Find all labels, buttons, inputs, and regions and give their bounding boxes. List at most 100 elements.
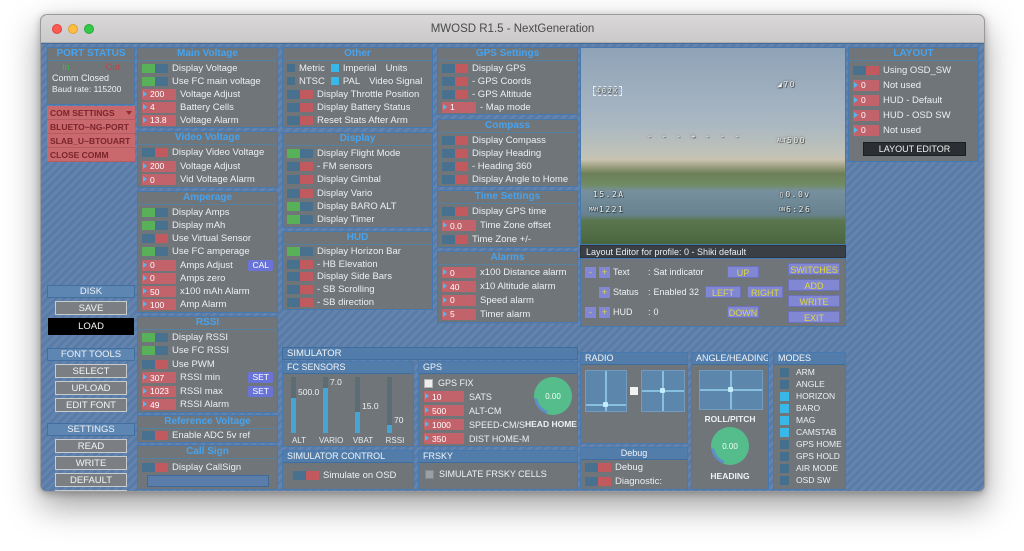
toggle-switch[interactable] bbox=[287, 189, 313, 198]
upload-button[interactable]: UPLOAD bbox=[55, 381, 127, 395]
restart-button[interactable]: RESTART bbox=[55, 490, 127, 492]
toggle-switch[interactable] bbox=[142, 247, 168, 256]
head-home-knob[interactable]: 0.00 bbox=[534, 377, 572, 415]
sensor-slider-alt[interactable]: 500.0ALT bbox=[287, 374, 311, 446]
numeric-field[interactable]: 200 bbox=[142, 161, 176, 172]
set-button[interactable]: SET bbox=[248, 372, 273, 383]
numeric-field[interactable]: 40 bbox=[442, 281, 476, 292]
mode-checkbox[interactable] bbox=[780, 464, 789, 473]
mode-checkbox[interactable] bbox=[780, 428, 789, 437]
mode-checkbox[interactable] bbox=[780, 452, 789, 461]
set-button[interactable]: SET bbox=[248, 386, 273, 397]
toggle-switch[interactable] bbox=[142, 77, 168, 86]
toggle-switch[interactable] bbox=[287, 103, 313, 112]
simulate-on-osd-toggle[interactable] bbox=[293, 471, 319, 480]
numeric-field[interactable]: 50 bbox=[142, 286, 176, 297]
numeric-field[interactable]: 500 bbox=[424, 405, 464, 416]
heading-knob[interactable]: 0.00 bbox=[711, 427, 749, 465]
toggle-switch[interactable] bbox=[142, 64, 168, 73]
write-button[interactable]: WRITE bbox=[55, 456, 127, 470]
numeric-field[interactable]: 0.0 bbox=[442, 220, 476, 231]
numeric-field[interactable]: 1000 bbox=[424, 419, 464, 430]
radio-checkbox[interactable] bbox=[287, 77, 295, 85]
toggle-switch[interactable] bbox=[853, 66, 879, 75]
load-button[interactable]: LOAD bbox=[48, 318, 134, 335]
move-right-button[interactable]: RIGHT bbox=[747, 286, 783, 298]
toggle-switch[interactable] bbox=[142, 431, 168, 440]
numeric-field[interactable]: 0 bbox=[853, 95, 879, 106]
com-port-option[interactable]: SLAB_U~BTOUART bbox=[47, 134, 135, 148]
roll-pitch-stick[interactable] bbox=[641, 370, 685, 412]
numeric-field[interactable]: 0 bbox=[142, 273, 176, 284]
toggle-switch[interactable] bbox=[287, 175, 313, 184]
numeric-field[interactable]: 0 bbox=[853, 110, 879, 121]
gps-fix-checkbox[interactable] bbox=[424, 379, 433, 388]
save-button[interactable]: SAVE bbox=[55, 301, 127, 315]
numeric-field[interactable]: 13.8 bbox=[142, 115, 176, 126]
mode-checkbox[interactable] bbox=[780, 476, 789, 485]
mode-checkbox[interactable] bbox=[780, 368, 789, 377]
move-down-button[interactable]: DOWN bbox=[727, 306, 759, 318]
numeric-field[interactable]: 0 bbox=[853, 80, 879, 91]
toggle-switch[interactable] bbox=[442, 77, 468, 86]
toggle-switch[interactable] bbox=[142, 221, 168, 230]
default-button[interactable]: DEFAULT bbox=[55, 473, 127, 487]
close-comm-button[interactable]: CLOSE COMM bbox=[47, 148, 135, 162]
edit-font-button[interactable]: EDIT FONT bbox=[55, 398, 127, 412]
move-up-button[interactable]: UP bbox=[727, 266, 759, 278]
toggle-switch[interactable] bbox=[442, 90, 468, 99]
read-button[interactable]: READ bbox=[55, 439, 127, 453]
mode-checkbox[interactable] bbox=[780, 380, 789, 389]
toggle-switch[interactable] bbox=[442, 149, 468, 158]
angle-stick[interactable] bbox=[699, 370, 763, 410]
numeric-field[interactable]: 200 bbox=[142, 89, 176, 100]
layout-editor-button[interactable]: LAYOUT EDITOR bbox=[863, 142, 966, 156]
numeric-field[interactable]: 350 bbox=[424, 433, 464, 444]
toggle-switch[interactable] bbox=[142, 463, 168, 472]
mode-checkbox[interactable] bbox=[780, 392, 789, 401]
toggle-switch[interactable] bbox=[287, 298, 313, 307]
radio-checkbox[interactable] bbox=[287, 64, 295, 72]
toggle-switch[interactable] bbox=[442, 175, 468, 184]
decrement-button[interactable]: - bbox=[585, 307, 596, 318]
toggle-switch[interactable] bbox=[142, 234, 168, 243]
toggle-switch[interactable] bbox=[142, 148, 168, 157]
zoom-window-button[interactable] bbox=[84, 24, 94, 34]
com-port-option[interactable]: BLUETO~NG-PORT bbox=[47, 120, 135, 134]
toggle-switch[interactable] bbox=[287, 116, 313, 125]
numeric-field[interactable]: 49 bbox=[142, 399, 176, 410]
numeric-field[interactable]: 0 bbox=[853, 125, 879, 136]
mode-checkbox[interactable] bbox=[780, 404, 789, 413]
sensor-slider-vbat[interactable]: 15.0VBAT bbox=[351, 374, 375, 446]
com-settings-dropdown[interactable]: COM SETTINGS bbox=[47, 106, 135, 120]
mode-checkbox[interactable] bbox=[780, 440, 789, 449]
increment-button[interactable]: + bbox=[599, 287, 610, 298]
toggle-switch[interactable] bbox=[585, 463, 611, 472]
toggle-switch[interactable] bbox=[287, 202, 313, 211]
toggle-switch[interactable] bbox=[142, 346, 168, 355]
select-button[interactable]: SELECT bbox=[55, 364, 127, 378]
toggle-switch[interactable] bbox=[287, 260, 313, 269]
toggle-switch[interactable] bbox=[287, 90, 313, 99]
cal-button[interactable]: CAL bbox=[248, 260, 273, 271]
frsky-cells-checkbox[interactable] bbox=[425, 470, 434, 479]
toggle-switch[interactable] bbox=[585, 477, 611, 486]
numeric-field[interactable]: 5 bbox=[442, 309, 476, 320]
toggle-switch[interactable] bbox=[442, 162, 468, 171]
write-button[interactable]: WRITE bbox=[788, 295, 840, 307]
numeric-field[interactable]: 1 bbox=[442, 102, 476, 113]
toggle-switch[interactable] bbox=[142, 360, 168, 369]
move-left-button[interactable]: LEFT bbox=[705, 286, 741, 298]
toggle-switch[interactable] bbox=[442, 207, 468, 216]
callsign-input[interactable] bbox=[147, 475, 269, 487]
mode-checkbox[interactable] bbox=[780, 416, 789, 425]
decrement-button[interactable]: - bbox=[585, 267, 596, 278]
sensor-slider-vario[interactable]: 7.0VARIO bbox=[319, 374, 343, 446]
throttle-yaw-stick[interactable] bbox=[585, 370, 627, 412]
toggle-switch[interactable] bbox=[287, 149, 313, 158]
numeric-field[interactable]: 4 bbox=[142, 102, 176, 113]
toggle-switch[interactable] bbox=[287, 162, 313, 171]
toggle-switch[interactable] bbox=[142, 208, 168, 217]
radio-checkbox[interactable] bbox=[331, 64, 339, 72]
toggle-switch[interactable] bbox=[442, 64, 468, 73]
